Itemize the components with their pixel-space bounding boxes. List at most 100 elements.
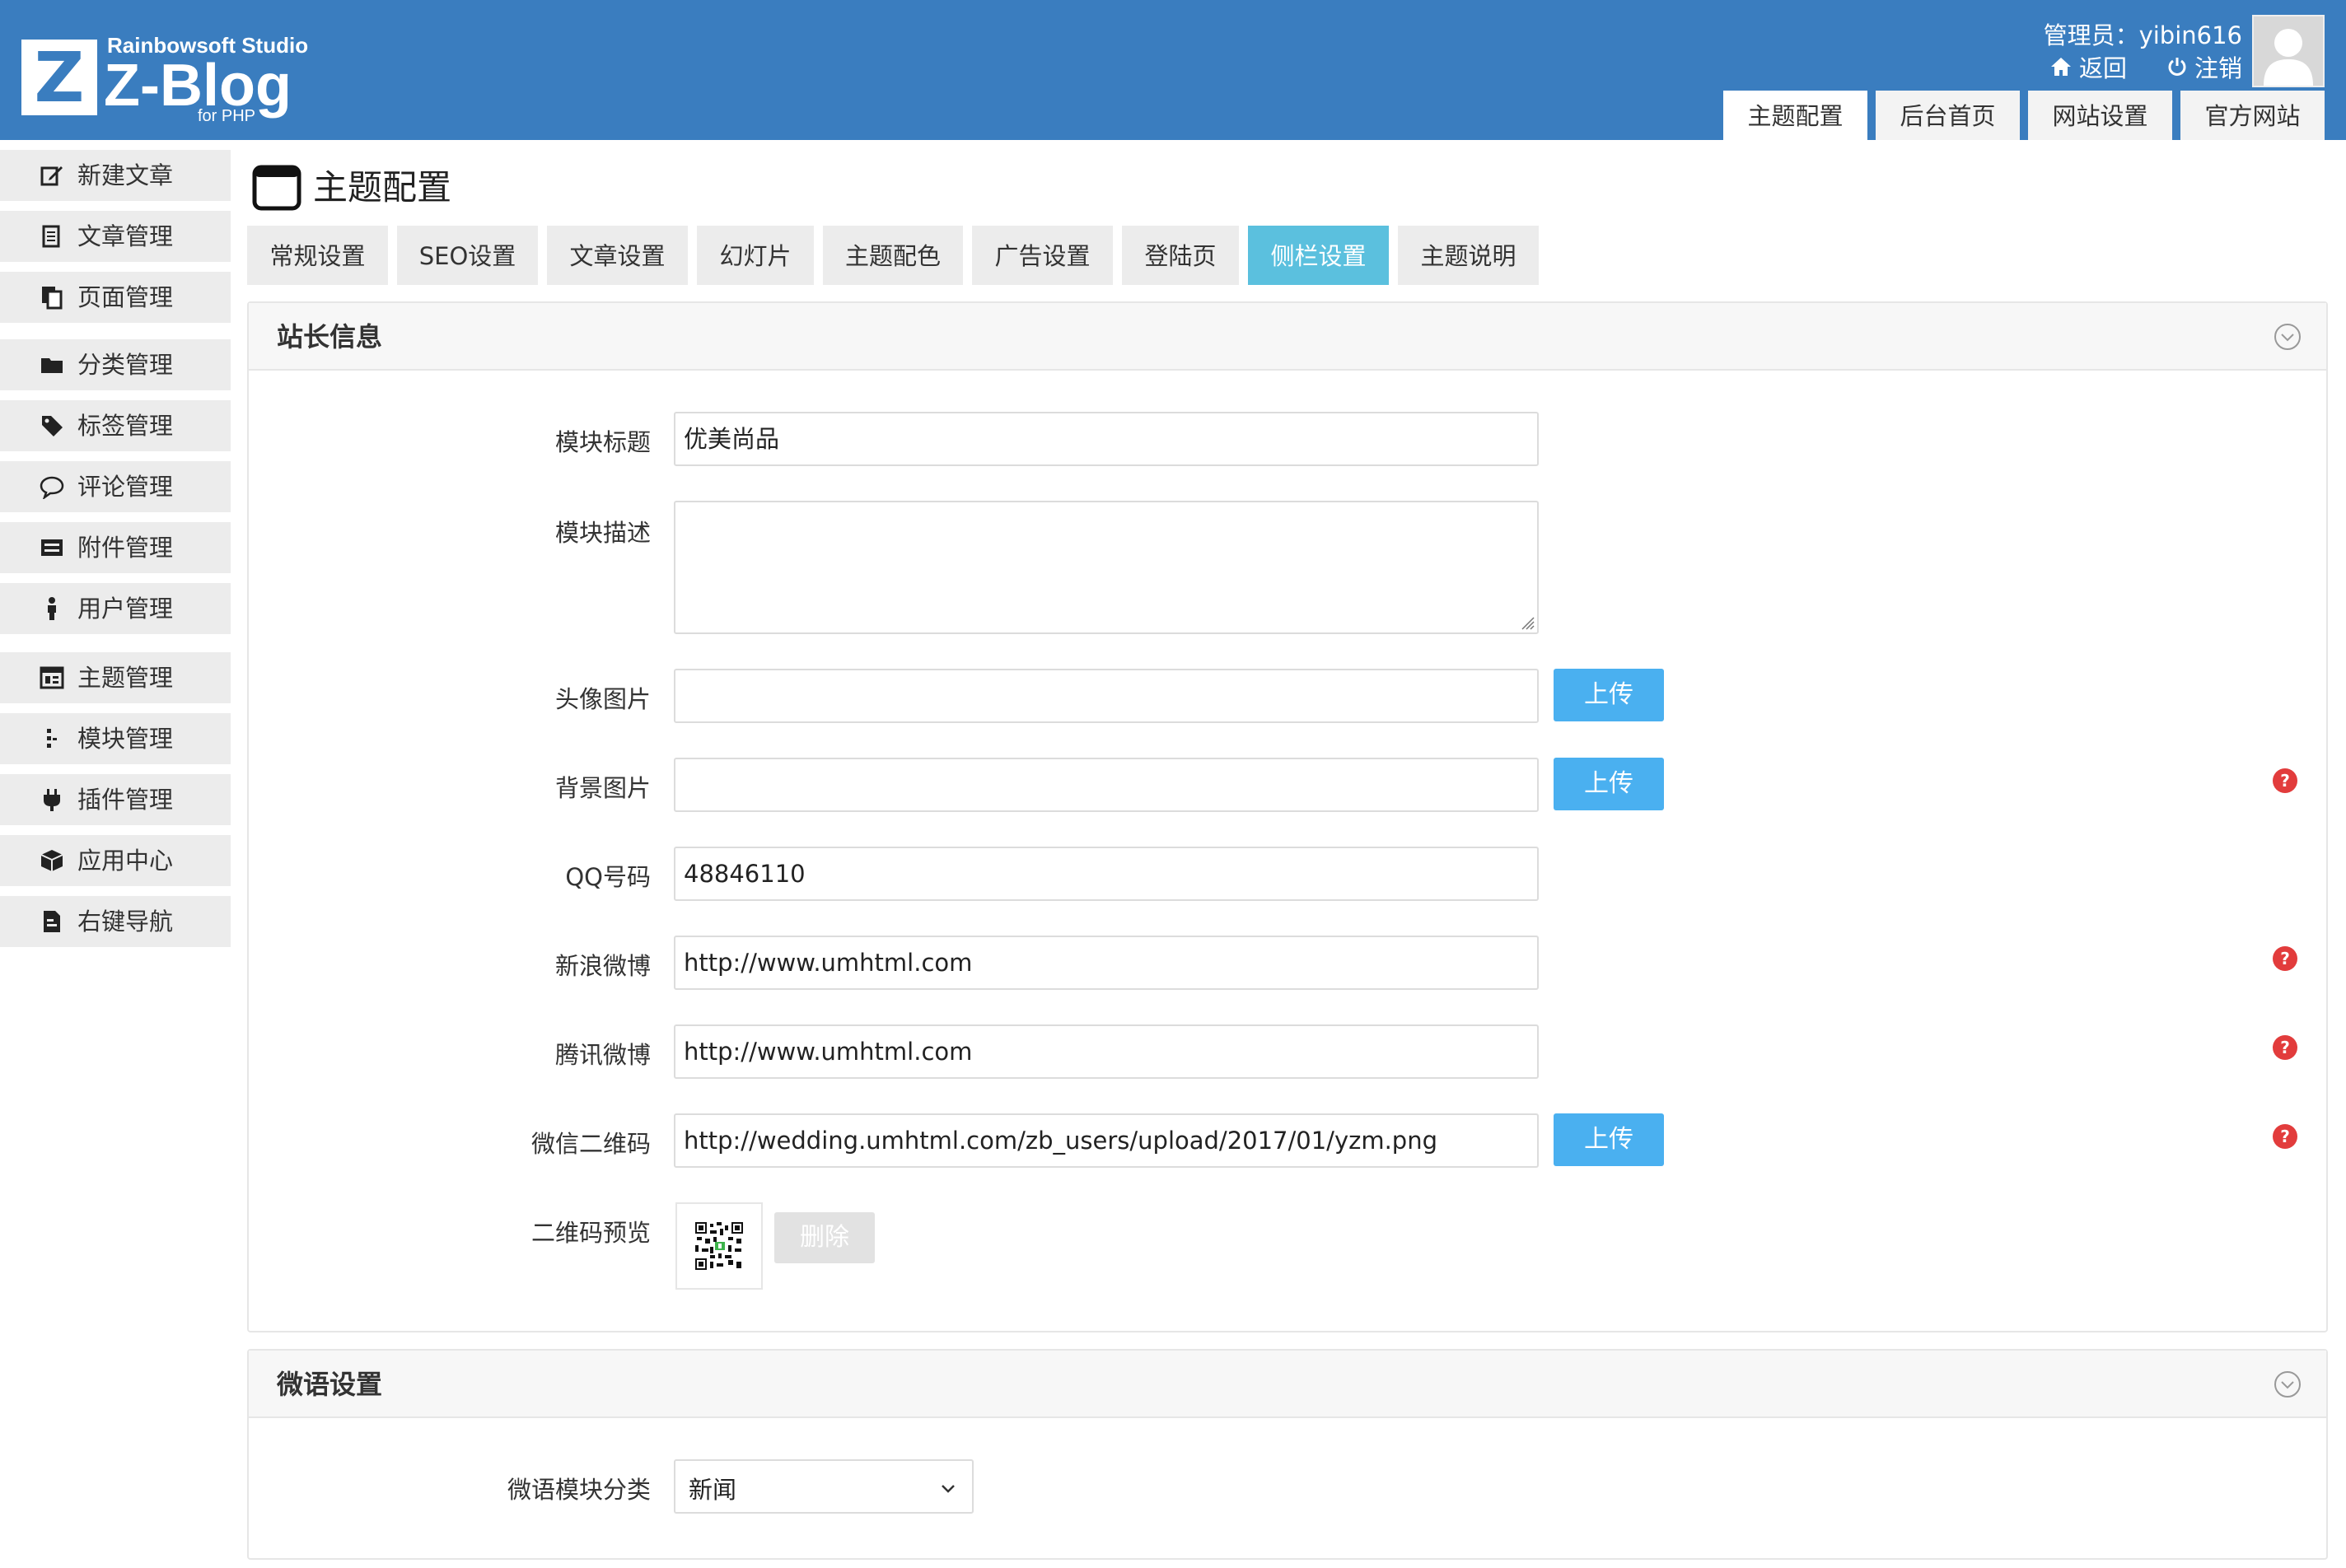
delete-qr-button[interactable]: 删除 [774,1212,875,1263]
tencent-weibo-input[interactable]: http://www.umhtml.com [674,1024,1539,1079]
microblog-category-select[interactable]: 新闻 [674,1459,974,1514]
sidebar-item-app-center[interactable]: 应用中心 [0,835,231,886]
attachment-icon [41,539,63,556]
z-blog-logo[interactable]: Z Rainbowsoft Studio Z-Blog for PHP [21,33,351,135]
panel-title: 微语设置 [277,1369,383,1400]
avatar[interactable] [2252,15,2325,87]
help-icon[interactable]: ? [2272,768,2298,794]
tab-theme-notes[interactable]: 主题说明 [1398,226,1539,285]
back-link-label: 返回 [2078,54,2127,82]
topnav-dashboard[interactable]: 后台首页 [1876,91,2020,140]
wechat-qr-input[interactable]: http://wedding.umhtml.com/zb_users/uploa… [674,1113,1539,1168]
background-upload-button[interactable]: 上传 [1554,758,1664,810]
chevron-down-icon[interactable] [2274,323,2302,351]
qr-preview-image [675,1202,763,1290]
sidebar-item-label: 用户管理 [77,595,174,623]
plugin-icon [44,789,60,811]
module-desc-label: 模块描述 [554,519,651,547]
back-link[interactable]: 返回 [2049,49,2127,84]
header-links: 返回 注销 [2049,49,2242,84]
sidebar-item-label: 插件管理 [77,786,174,814]
user-avatar-icon [2264,29,2313,86]
tencent-weibo-label: 腾讯微博 [554,1041,651,1069]
sidebar-item-label: 主题管理 [77,664,174,692]
chevron-down-icon [942,1485,955,1493]
topnav-official-site[interactable]: 官方网站 [2180,91,2325,140]
avatar-upload-button[interactable]: 上传 [1554,669,1664,721]
module-title-label: 模块标题 [554,428,651,456]
tab-login-page[interactable]: 登陆页 [1122,226,1239,285]
window-icon [252,165,301,211]
resize-handle-icon[interactable] [1517,613,1535,631]
logout-link[interactable]: 注销 [2166,49,2242,84]
article-icon [42,225,60,248]
context-nav-icon [44,911,60,932]
sidebar-item-label: 新建文章 [77,161,174,189]
user-icon [48,597,56,620]
sidebar-item-tag-manage[interactable]: 标签管理 [0,400,231,451]
sina-weibo-input[interactable]: http://www.umhtml.com [674,936,1539,990]
topnav-site-settings[interactable]: 网站设置 [2028,91,2172,140]
svg-text:?: ? [2280,1038,2290,1057]
sidebar-item-label: 标签管理 [77,412,174,440]
tab-article[interactable]: 文章设置 [547,226,688,285]
tab-seo[interactable]: SEO设置 [397,226,538,285]
svg-text:?: ? [2280,1127,2290,1146]
sidebar-item-label: 附件管理 [77,534,174,562]
logout-link-label: 注销 [2194,54,2242,82]
panel-header[interactable]: 微语设置 [249,1351,2326,1418]
sidebar-item-module-manage[interactable]: 模块管理 [0,713,231,764]
sidebar-item-label: 应用中心 [77,847,174,875]
module-title-input[interactable]: 优美尚品 [674,412,1539,466]
tab-ads[interactable]: 广告设置 [972,226,1113,285]
sidebar-item-new-article[interactable]: 新建文章 [0,150,231,201]
background-image-input[interactable] [674,758,1539,812]
sidebar-item-label: 页面管理 [77,283,174,311]
sidebar-item-label: 评论管理 [77,473,174,501]
tab-sidebar-settings[interactable]: 侧栏设置 [1248,226,1389,285]
module-desc-textarea[interactable] [674,501,1539,634]
sidebar-item-user-manage[interactable]: 用户管理 [0,583,231,634]
sidebar-item-article-manage[interactable]: 文章管理 [0,211,231,262]
panel-microblog-settings: 微语设置 [247,1349,2328,1560]
help-icon[interactable]: ? [2272,1034,2298,1061]
app-center-icon [40,850,63,871]
help-icon[interactable]: ? [2272,1123,2298,1150]
page-title: 主题配置 [313,167,452,208]
tab-slideshow[interactable]: 幻灯片 [697,226,814,285]
topnav-theme-config[interactable]: 主题配置 [1723,91,1867,140]
module-icon [47,729,57,748]
sidebar-item-attachment-manage[interactable]: 附件管理 [0,522,231,573]
sidebar-item-label: 模块管理 [77,725,174,753]
panel-header[interactable]: 站长信息 [249,303,2326,371]
edit-icon [40,166,63,186]
microblog-category-label: 微语模块分类 [507,1476,651,1504]
sidebar-item-category-manage[interactable]: 分类管理 [0,339,231,390]
tab-theme-color[interactable]: 主题配色 [823,226,963,285]
qq-number-input[interactable]: 48846110 [674,847,1539,901]
avatar-image-input[interactable] [674,669,1539,723]
background-image-label: 背景图片 [554,774,651,802]
chevron-down-icon[interactable] [2274,1370,2302,1398]
logo-letter: Z [34,37,85,118]
folder-icon [41,358,63,373]
sina-weibo-label: 新浪微博 [554,952,651,980]
settings-tabs: 常规设置 SEO设置 文章设置 幻灯片 主题配色 广告设置 登陆页 侧栏设置 主… [247,226,1539,285]
page-icon [42,287,63,310]
avatar-image-label: 头像图片 [554,685,651,713]
tab-general[interactable]: 常规设置 [247,226,388,285]
svg-text:?: ? [2280,771,2290,791]
qr-preview-label: 二维码预览 [530,1219,651,1247]
sidebar-item-theme-manage[interactable]: 主题管理 [0,652,231,703]
comment-icon [40,476,64,499]
sidebar-item-plugin-manage[interactable]: 插件管理 [0,774,231,825]
admin-username: 管理员：yibin616 [2043,21,2242,49]
wechat-qr-upload-button[interactable]: 上传 [1554,1113,1664,1166]
help-icon[interactable]: ? [2272,945,2298,972]
sidebar-item-context-nav[interactable]: 右键导航 [0,896,231,947]
tag-icon [42,416,63,436]
sidebar-item-page-manage[interactable]: 页面管理 [0,272,231,323]
top-nav: 主题配置 后台首页 网站设置 官方网站 [1723,91,2325,140]
sidebar-item-comment-manage[interactable]: 评论管理 [0,461,231,512]
logo-sub-text: for PHP [198,107,256,125]
